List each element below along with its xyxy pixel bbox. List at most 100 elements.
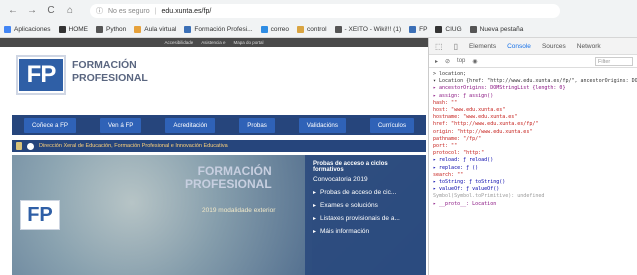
clear-console-icon[interactable]: ⊘ — [445, 58, 450, 65]
console-line[interactable]: ▸ __proto__: Location — [433, 201, 633, 208]
sidebar-toggle-icon[interactable]: ▸ — [435, 58, 438, 65]
crest-icon — [16, 142, 22, 150]
brand-line-2: PROFESIONAL — [72, 72, 148, 84]
tab-sources[interactable]: Sources — [542, 43, 566, 50]
forward-icon[interactable]: → — [27, 6, 37, 16]
main-navigation: Coñece a FP Ven á FP Acreditación Probas… — [12, 115, 426, 135]
tab-elements[interactable]: Elements — [469, 43, 496, 50]
bookmark-label: - XEITO - Wiki!!! (1) — [344, 26, 402, 33]
assistance-link[interactable]: Asistencia e — [201, 40, 225, 45]
console-line[interactable]: hostname: "www.edu.xunta.es" — [433, 114, 633, 121]
promo-link[interactable]: ▸ Máis información — [313, 228, 418, 235]
bookmark-item[interactable]: correo — [260, 26, 289, 33]
bookmark-label: Aula virtual — [144, 26, 177, 33]
console-line[interactable]: origin: "http://www.edu.xunta.es" — [433, 129, 633, 136]
promo-title[interactable]: Probas de acceso a ciclos formativos — [313, 161, 418, 173]
console-line[interactable]: ▸ valueOf: ƒ valueOf() — [433, 186, 633, 193]
back-icon[interactable]: ← — [8, 6, 18, 16]
console-line[interactable]: pathname: "/fp/" — [433, 136, 633, 143]
tab-console[interactable]: Console — [507, 43, 531, 50]
promo-link-label: Probas de acceso de cic... — [320, 189, 397, 196]
promo-link[interactable]: ▸ Exames e solucións — [313, 202, 418, 209]
bookmark-favicon-icon — [4, 26, 11, 33]
home-icon[interactable]: ⌂ — [65, 6, 75, 16]
hero-banner: FP FORMACIÓN PROFESIONAL 2019 modalidade… — [12, 155, 426, 275]
promo-subtitle: Convocatoria 2019 — [313, 176, 368, 183]
hero-sub-text: modalidade exterior — [218, 207, 276, 214]
triangle-right-icon: ▸ — [313, 203, 317, 209]
fp-logo-letters: FP — [19, 59, 63, 91]
console-line[interactable]: port: "" — [433, 143, 633, 150]
triangle-right-icon: ▸ — [313, 229, 317, 235]
tab-network[interactable]: Network — [577, 43, 601, 50]
ministry-link[interactable]: Dirección Xeral de Educación, Formación … — [39, 143, 228, 149]
console-line[interactable]: protocol: "http:" — [433, 150, 633, 157]
hero-fp-logo: FP — [20, 200, 60, 230]
bookmark-item[interactable]: - XEITO - Wiki!!! (1) — [334, 26, 402, 33]
bookmark-item[interactable]: HOME — [58, 26, 89, 33]
bookmark-item[interactable]: Aplicaciones — [4, 26, 51, 33]
nav-acreditacion[interactable]: Acreditación — [165, 117, 216, 133]
accessibility-link[interactable]: Accesibilidade — [164, 40, 193, 45]
bookmark-favicon-icon — [58, 26, 66, 33]
bookmark-label: HOME — [68, 26, 89, 33]
bookmark-label: control — [307, 26, 327, 33]
inspect-icon[interactable]: ⬚ — [435, 42, 443, 51]
site-header: FP FORMACIÓN PROFESIONAL — [0, 47, 428, 105]
hero-badge: 2019 — [202, 207, 217, 214]
bookmark-item[interactable]: control — [297, 26, 327, 33]
console-line[interactable]: ▸ ancestorOrigins: DOMStringList {length… — [433, 85, 633, 92]
hero-subtitle: 2019 modalidade exterior — [202, 207, 275, 214]
brand-line-1: FORMACIÓN — [72, 59, 137, 71]
promo-link-label: Listaxes provisionais de a... — [320, 215, 400, 222]
bookmark-item[interactable]: Aula virtual — [134, 26, 176, 33]
browser-toolbar: ← → C ⌂ ⓘ No es seguro | edu.xunta.es/fp… — [0, 0, 637, 22]
promo-link[interactable]: ▸ Listaxes provisionais de a... — [313, 215, 418, 222]
nav-curriculos[interactable]: Currículos — [369, 117, 415, 133]
console-line[interactable]: ▸ assign: ƒ assign() — [433, 93, 633, 100]
console-line[interactable]: > location; — [433, 71, 633, 78]
console-line[interactable]: ▸ reload: ƒ reload() — [433, 157, 633, 164]
hero-title-line-2: PROFESIONAL — [185, 177, 272, 191]
bookmarks-bar: Aplicaciones HOME Python Aula virtual Formac… — [0, 22, 637, 38]
console-output[interactable]: > location; ▾ Location {href: "http://www… — [429, 68, 637, 211]
context-select[interactable]: top — [457, 58, 465, 64]
console-line[interactable]: href: "http://www.edu.xunta.es/fp/" — [433, 121, 633, 128]
home-circle-icon[interactable] — [27, 142, 34, 150]
bookmark-favicon-icon — [469, 26, 477, 33]
nav-validacions[interactable]: Validacións — [298, 117, 346, 133]
nav-conece-fp[interactable]: Coñece a FP — [23, 117, 77, 133]
promo-link[interactable]: ▸ Probas de acceso de cic... — [313, 189, 418, 196]
fp-logo[interactable]: FP — [16, 55, 66, 95]
console-line[interactable]: ▸ replace: ƒ () — [433, 165, 633, 172]
bookmark-label: Formación Profesi... — [194, 26, 253, 33]
console-line[interactable]: hash: "" — [433, 100, 633, 107]
nav-ven-fp[interactable]: Ven á FP — [99, 117, 142, 133]
address-url[interactable]: edu.xunta.es/fp/ — [161, 8, 211, 15]
console-line[interactable]: Symbol(Symbol.toPrimitive): undefined — [433, 193, 633, 200]
bookmark-item[interactable]: Python — [96, 26, 126, 33]
bookmark-item[interactable]: Nueva pestaña — [469, 26, 524, 33]
console-line[interactable]: ▸ toString: ƒ toString() — [433, 179, 633, 186]
bookmark-favicon-icon — [260, 26, 268, 33]
eye-icon[interactable]: ◉ — [472, 58, 477, 65]
address-bar[interactable]: ⓘ No es seguro | edu.xunta.es/fp/ — [90, 4, 560, 18]
info-icon[interactable]: ⓘ — [96, 6, 103, 16]
bookmark-label: Aplicaciones — [14, 26, 51, 33]
bookmark-item[interactable]: CIUG — [435, 26, 462, 33]
bookmark-item[interactable]: Formación Profesi... — [184, 26, 253, 33]
device-toggle-icon[interactable]: ▯ — [454, 42, 458, 51]
console-line[interactable]: search: "" — [433, 172, 633, 179]
bookmark-item[interactable]: FP — [409, 26, 427, 33]
bookmark-label: Nueva pestaña — [479, 26, 524, 33]
nav-probas[interactable]: Probas — [239, 117, 275, 133]
console-line[interactable]: host: "www.edu.xunta.es" — [433, 107, 633, 114]
bookmark-label: FP — [419, 26, 428, 33]
promo-link-label: Máis información — [320, 228, 370, 235]
console-filter-input[interactable]: Filter — [595, 56, 633, 66]
bookmark-favicon-icon — [96, 26, 103, 33]
triangle-right-icon: ▸ — [313, 216, 317, 222]
sitemap-link[interactable]: Mapa do portal — [234, 40, 264, 45]
reload-icon[interactable]: C — [46, 6, 56, 16]
console-line[interactable]: ▾ Location {href: "http://www.edu.xunta.… — [433, 78, 637, 85]
